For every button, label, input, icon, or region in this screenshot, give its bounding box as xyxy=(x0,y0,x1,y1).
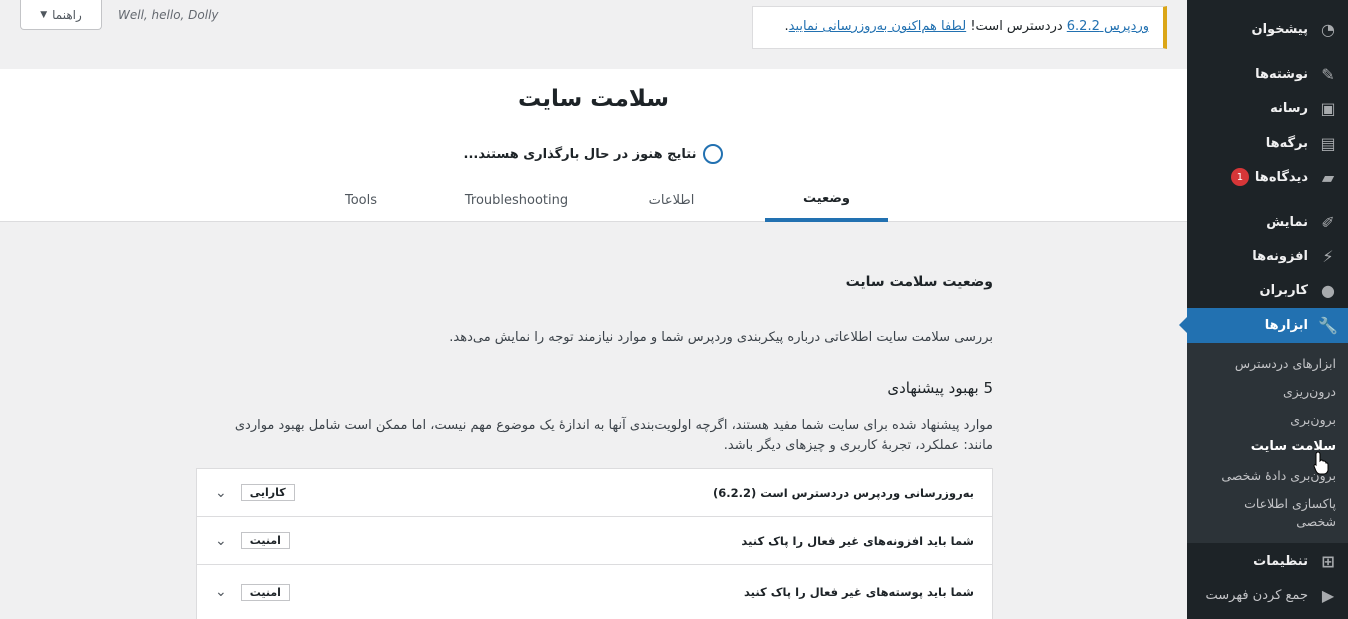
sidebar-item-users[interactable]: ● کاربران xyxy=(1187,275,1348,305)
sidebar-collapse-menu[interactable]: ▶ جمع کردن فهرست xyxy=(1187,580,1348,610)
category-badge: امنیت xyxy=(240,532,290,549)
submenu-item-import[interactable]: درون‌ریزی xyxy=(1187,383,1348,401)
submenu-item-export[interactable]: برون‌بری xyxy=(1187,411,1348,429)
tab-status[interactable]: وضعیت xyxy=(765,179,888,222)
sidebar-item-label: برگه‌ها xyxy=(1265,135,1308,151)
sidebar-item-appearance[interactable]: ✐ نمایش xyxy=(1187,207,1348,237)
sidebar-item-tools[interactable]: 🔧 ابزارها xyxy=(1179,308,1348,343)
sidebar-item-posts[interactable]: ✎ نوشته‌ها xyxy=(1187,59,1348,89)
plugins-icon: ⚡ xyxy=(1322,246,1334,266)
update-now-link[interactable]: لطفا هم‌اکنون به‌روزرسانی نمایید xyxy=(789,19,967,34)
sidebar-item-pages[interactable]: ▤ برگه‌ها xyxy=(1187,128,1348,158)
accordion-title[interactable]: شما باید افزونه‌های غیر فعال را پاک کنید xyxy=(741,534,974,548)
hand-cursor-icon xyxy=(1313,451,1329,475)
appearance-icon: ✐ xyxy=(1321,212,1335,232)
admin-sidebar: ◔ پیشخوان ✎ نوشته‌ها ▣ رسانه ▤ برگه‌ها ▰… xyxy=(1179,0,1348,619)
tab-troubleshooting[interactable]: Troubleshooting xyxy=(455,179,578,222)
collapse-icon: ▶ xyxy=(1321,585,1335,605)
recommended-improvements-count: 5 بهبود پیشنهادی xyxy=(887,379,993,397)
page-title: سلامت سایت xyxy=(518,86,669,112)
submenu-item-erase-personal-data[interactable]: پاکسازی اطلاعات شخصی xyxy=(1218,495,1348,531)
tools-submenu: ابزارهای دردسترس درون‌ریزی برون‌بری سلام… xyxy=(1187,343,1348,543)
tools-icon: 🔧 xyxy=(1318,316,1338,335)
update-notice: وردپرس 6.2.2 دردسترس است! لطفا هم‌اکنون … xyxy=(752,6,1167,49)
submenu-item-available-tools[interactable]: ابزارهای دردسترس xyxy=(1187,355,1348,373)
site-health-header: سلامت سایت نتایج هنوز در حال بارگذاری هس… xyxy=(0,69,1187,222)
sidebar-item-settings[interactable]: ⊞ تنظیمات xyxy=(1187,546,1348,576)
section-title: وضعیت سلامت سایت xyxy=(845,274,993,290)
accordion-item[interactable]: ⌄ امنیت شما باید افزونه‌های غیر فعال را … xyxy=(196,516,993,564)
settings-icon: ⊞ xyxy=(1321,551,1335,571)
progress-circle-icon xyxy=(703,144,724,164)
tab-tools[interactable]: Tools xyxy=(320,179,402,222)
chevron-down-icon[interactable]: ⌄ xyxy=(215,485,227,501)
help-button[interactable]: راهنما ▼ xyxy=(20,0,102,30)
loading-status: نتایج هنوز در حال بارگذاری هستند... xyxy=(0,144,1187,164)
sidebar-item-dashboard[interactable]: ◔ پیشخوان xyxy=(1187,14,1348,44)
accordion-item[interactable]: ⌄ امنیت شما باید پوسته‌های غیر فعال را پ… xyxy=(196,564,993,619)
sidebar-item-label: ابزارها xyxy=(1264,318,1308,333)
caret-down-icon: ▼ xyxy=(40,9,48,20)
wordpress-version-link[interactable]: وردپرس 6.2.2 xyxy=(1067,19,1149,34)
help-button-label: راهنما xyxy=(52,7,82,22)
comments-count-badge: 1 xyxy=(1230,168,1249,186)
sidebar-item-label: تنظیمات xyxy=(1253,553,1308,569)
comments-icon: ▰ xyxy=(1321,167,1335,187)
sidebar-item-media[interactable]: ▣ رسانه xyxy=(1187,93,1348,123)
media-icon: ▣ xyxy=(1320,98,1336,118)
category-badge: امنیت xyxy=(240,583,290,601)
sidebar-item-label: جمع کردن فهرست xyxy=(1205,587,1308,603)
tab-info[interactable]: اطلاعات xyxy=(620,179,723,222)
users-icon: ● xyxy=(1321,280,1335,300)
sidebar-item-plugins[interactable]: ⚡ افزونه‌ها xyxy=(1187,241,1348,271)
sidebar-item-comments[interactable]: ▰ دیدگاه‌ها 1 xyxy=(1187,162,1348,192)
category-badge: کارایی xyxy=(240,484,295,501)
top-bar: راهنما ▼ Well, hello, Dolly وردپرس 6.2.2… xyxy=(0,0,1187,69)
notice-text: دردسترس است! xyxy=(966,19,1067,34)
sidebar-item-label: نوشته‌ها xyxy=(1255,66,1308,82)
sidebar-item-label: دیدگاه‌ها xyxy=(1254,169,1308,185)
chevron-down-icon[interactable]: ⌄ xyxy=(215,584,227,600)
sidebar-item-label: رسانه xyxy=(1270,100,1308,116)
pin-icon: ✎ xyxy=(1321,64,1335,84)
loading-text: نتایج هنوز در حال بارگذاری هستند... xyxy=(463,146,697,162)
main-content: وضعیت سلامت سایت بررسی سلامت سایت اطلاعا… xyxy=(0,222,1187,619)
dashboard-icon: ◔ xyxy=(1321,19,1335,39)
accordion-title[interactable]: شما باید پوسته‌های غیر فعال را پاک کنید xyxy=(744,585,974,599)
sidebar-item-label: افزونه‌ها xyxy=(1252,248,1308,264)
sidebar-item-label: پیشخوان xyxy=(1251,21,1309,37)
recommended-improvements-description: موارد پیشنهاد شده برای سایت شما مفید هست… xyxy=(234,418,993,453)
sidebar-item-label: نمایش xyxy=(1266,214,1308,230)
sidebar-item-label: کاربران xyxy=(1259,282,1308,298)
pages-icon: ▤ xyxy=(1320,133,1336,153)
hello-dolly-text: Well, hello, Dolly xyxy=(118,8,219,22)
section-description: بررسی سلامت سایت اطلاعاتی درباره پیکربند… xyxy=(449,330,993,345)
chevron-down-icon[interactable]: ⌄ xyxy=(215,533,227,549)
accordion-title[interactable]: به‌روزرسانی وردپرس دردسترس است (6.2.2) xyxy=(713,486,974,500)
accordion-item[interactable]: ⌄ کارایی به‌روزرسانی وردپرس دردسترس است … xyxy=(196,468,993,516)
